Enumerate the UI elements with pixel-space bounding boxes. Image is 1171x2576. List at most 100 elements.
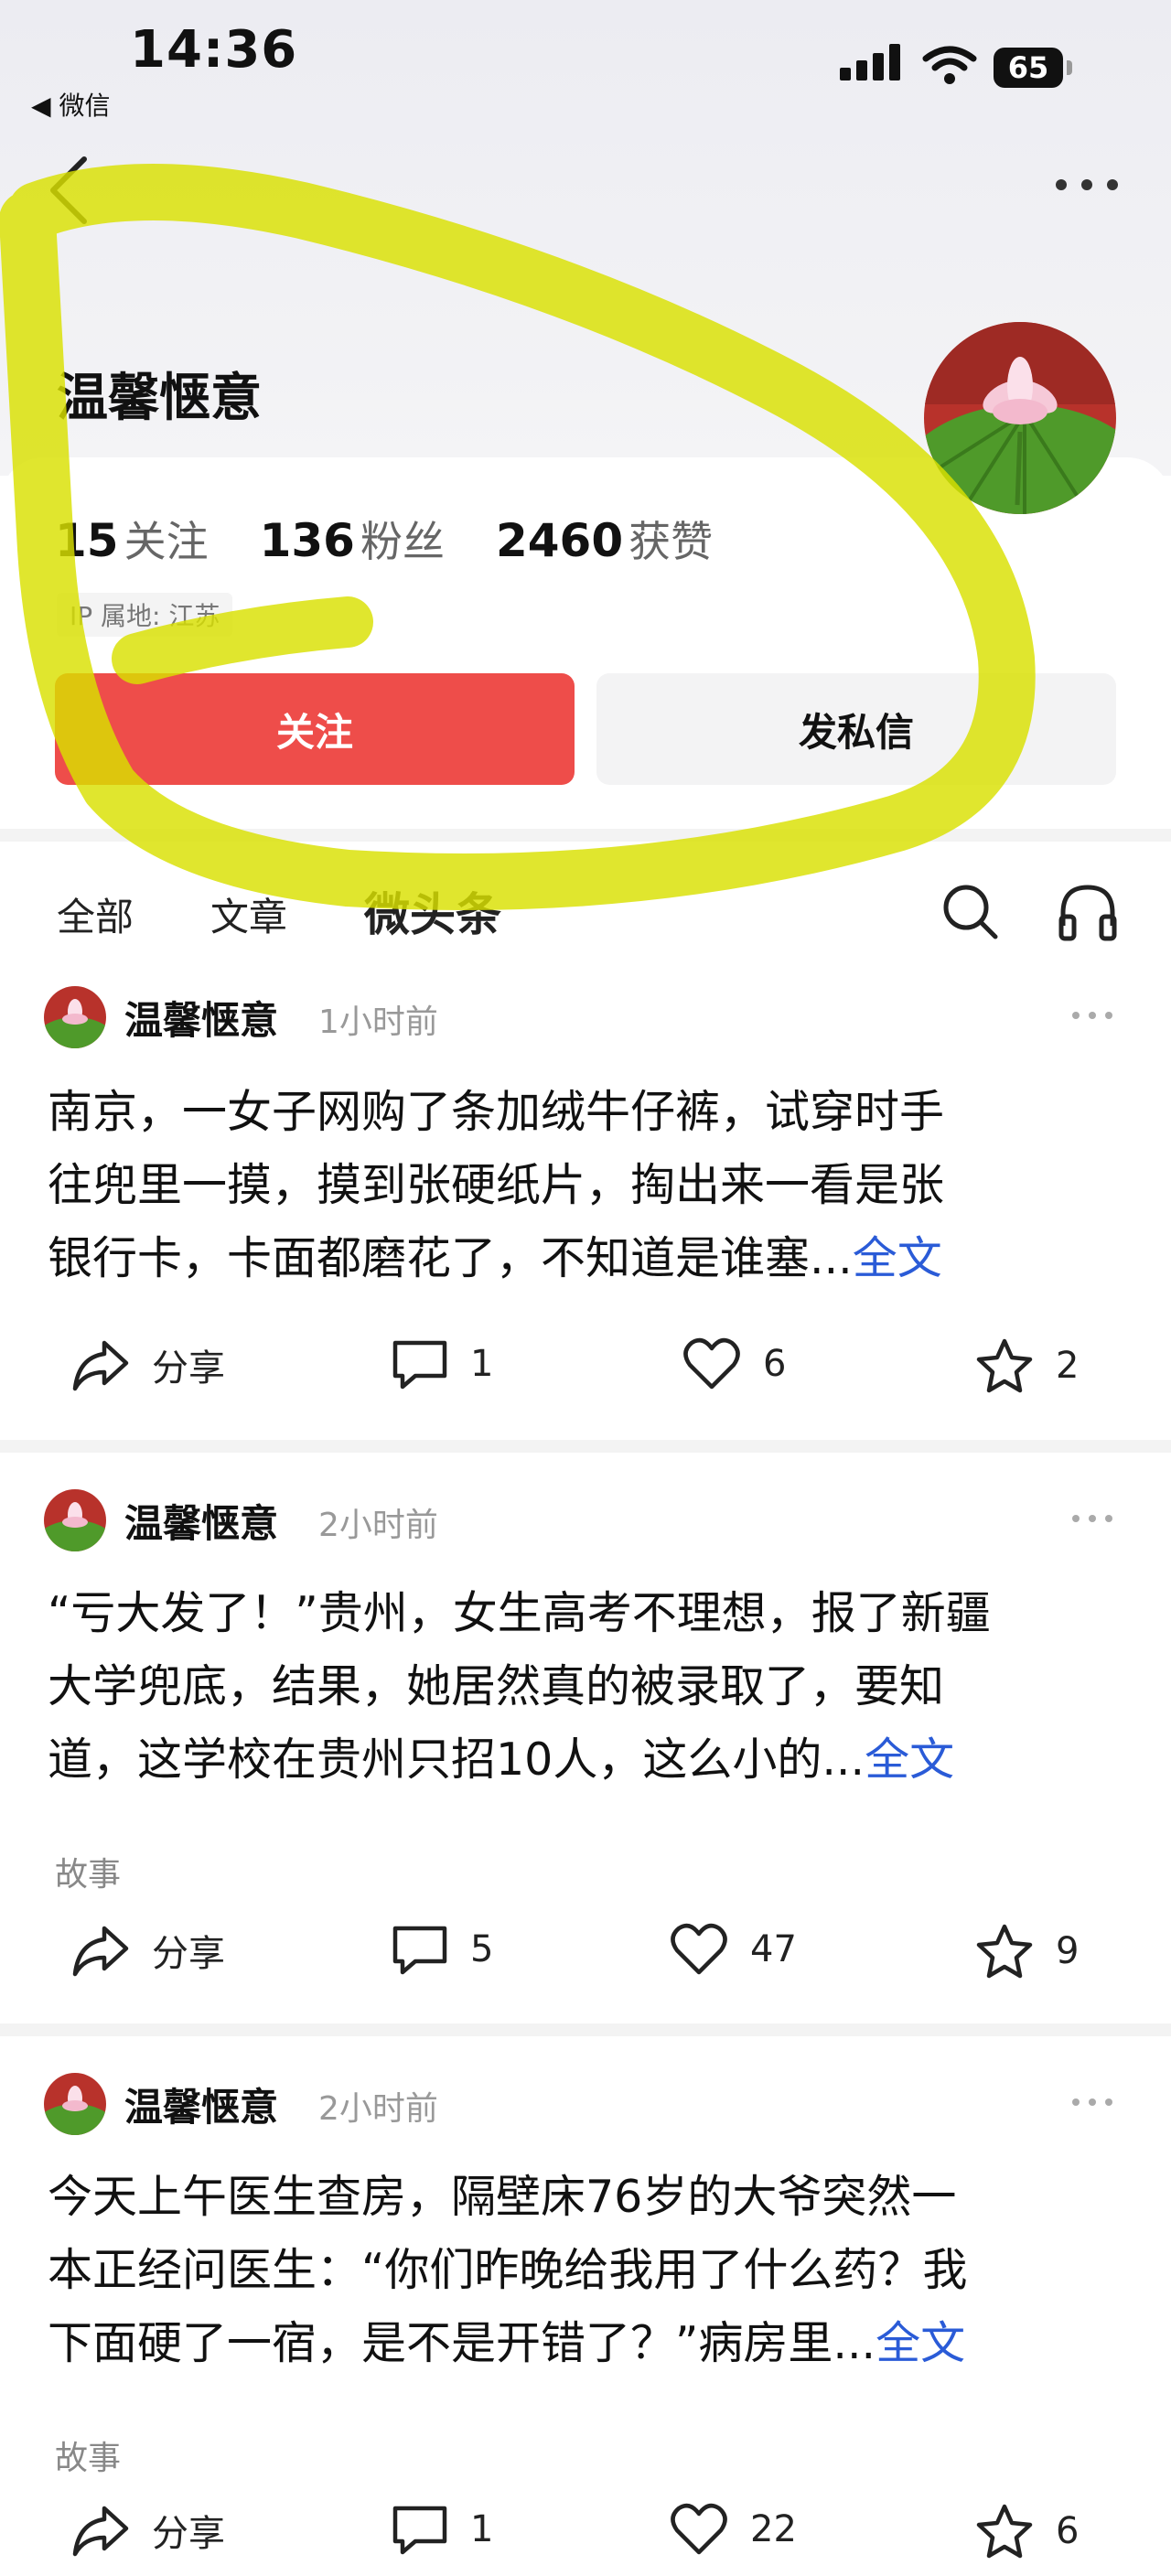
post-divider [0, 2023, 1171, 2036]
stat-value: 15 [55, 514, 119, 567]
post-more-icon[interactable] [1072, 1515, 1114, 1524]
stat-following[interactable]: 15 关注 [55, 509, 209, 569]
content-tabs: 全部 文章 微头条 [57, 878, 578, 944]
post-text-line: 南京，一女子网购了条加绒牛仔裤，试穿时手 [48, 1086, 945, 1138]
post-author-avatar[interactable] [44, 986, 106, 1048]
favorite-button[interactable]: 2 [975, 1337, 1079, 1394]
post-text[interactable]: “亏大发了！”贵州，女生高考不理想，报了新疆 大学兜底，结果，她居然真的被录取了… [48, 1577, 1127, 1797]
share-label: 分享 [152, 1347, 225, 1390]
post-text-line: 本正经问医生：“你们昨晚给我用了什么药？我 [48, 2244, 968, 2296]
post-author-name[interactable]: 温馨惬意 [124, 990, 278, 1046]
read-more-link[interactable]: 全文 [876, 2317, 965, 2369]
star-icon [976, 1924, 1033, 1979]
stat-followers[interactable]: 136 粉丝 [260, 509, 445, 569]
post-author-name[interactable]: 温馨惬意 [124, 1493, 278, 1549]
favorite-count: 9 [1056, 1930, 1080, 1972]
more-options-icon[interactable] [1052, 179, 1125, 198]
post-author-name[interactable]: 温馨惬意 [124, 2077, 278, 2132]
favorite-count: 6 [1056, 2510, 1080, 2552]
back-app-label: 微信 [59, 91, 111, 121]
back-arrow-icon[interactable] [44, 154, 99, 227]
post-divider [0, 1440, 1171, 1453]
battery-level: 65 [1007, 50, 1049, 85]
profile-stats: 15 关注 136 粉丝 2460 获赞 [55, 509, 713, 569]
comment-icon [392, 1926, 447, 1975]
profile-name: 温馨惬意 [57, 369, 262, 428]
favorite-button[interactable]: 9 [975, 1923, 1079, 1980]
like-button[interactable]: 47 [670, 1923, 797, 1976]
wifi-icon [922, 46, 977, 84]
post-time: 1小时前 [318, 1004, 438, 1041]
comment-button[interactable]: 1 [392, 2503, 493, 2556]
post-more-icon[interactable] [1072, 2098, 1114, 2108]
post-text-line: 往兜里一摸，摸到张硬纸片，掏出来一看是张 [48, 1159, 945, 1211]
stat-label: 粉丝 [360, 517, 445, 566]
tab-articles[interactable]: 文章 [210, 886, 287, 942]
like-count: 47 [750, 1928, 797, 1970]
post-text-line: “亏大发了！”贵州，女生高考不理想，报了新疆 [48, 1587, 991, 1639]
back-to-wechat[interactable]: ◀ 微信 [31, 86, 110, 123]
tab-all[interactable]: 全部 [57, 886, 134, 942]
post-card[interactable]: 温馨惬意 1小时前 南京，一女子网购了条加绒牛仔裤，试穿时手 往兜里一摸，摸到张… [0, 982, 1171, 1431]
post-text-line: 下面硬了一宿，是不是开错了？”病房里... [48, 2317, 876, 2369]
post-text-line: 道，这学校在贵州只招10人，这么小的... [48, 1733, 865, 1786]
comment-button[interactable]: 5 [392, 1923, 493, 1976]
stat-likes[interactable]: 2460 获赞 [496, 509, 713, 569]
like-button[interactable]: 22 [670, 2503, 797, 2556]
favorite-button[interactable]: 6 [975, 2503, 1079, 2560]
comment-count: 1 [470, 2508, 494, 2550]
post-actions: 分享 1 22 6 [0, 2503, 1171, 2576]
post-text-line: 银行卡，卡面都磨花了，不知道是谁塞... [48, 1232, 853, 1284]
read-more-link[interactable]: 全文 [853, 1232, 942, 1284]
share-button[interactable]: 分享 [71, 1337, 225, 1392]
post-tag[interactable]: 故事 [55, 2431, 121, 2479]
comment-count: 5 [470, 1928, 494, 1970]
share-icon [72, 1340, 129, 1391]
status-time: 14:36 [130, 20, 298, 80]
tab-micro-posts[interactable]: 微头条 [364, 878, 501, 944]
post-card[interactable]: 温馨惬意 2小时前 “亏大发了！”贵州，女生高考不理想，报了新疆 大学兜底，结果… [0, 1486, 1171, 2016]
stat-value: 2460 [495, 514, 624, 567]
share-button[interactable]: 分享 [71, 1923, 225, 1978]
post-text-line: 大学兜底，结果，她居然真的被录取了，要知 [48, 1660, 945, 1712]
like-button[interactable]: 6 [682, 1337, 786, 1390]
send-message-button[interactable]: 发私信 [596, 673, 1116, 785]
share-button[interactable]: 分享 [71, 2503, 225, 2558]
ip-location-badge: IP 属地: 江苏 [57, 593, 233, 637]
follow-button[interactable]: 关注 [55, 673, 575, 785]
like-count: 6 [763, 1343, 787, 1385]
favorite-count: 2 [1056, 1345, 1080, 1387]
search-icon[interactable] [939, 880, 1003, 944]
post-text-line: 今天上午医生查房，隔壁床76岁的大爷突然一 [48, 2171, 957, 2223]
status-icons: 65 [840, 44, 1087, 93]
stat-label: 获赞 [628, 517, 714, 566]
heart-icon [671, 1923, 727, 1975]
battery-icon: 65 [994, 48, 1072, 88]
post-tag[interactable]: 故事 [55, 1848, 121, 1895]
signal-icon [840, 44, 904, 80]
post-author-avatar[interactable] [44, 2073, 106, 2135]
stat-label: 关注 [124, 517, 209, 566]
share-icon [72, 1926, 129, 1977]
post-author-avatar[interactable] [44, 1489, 106, 1551]
post-actions: 分享 1 6 2 [0, 1337, 1171, 1411]
heart-icon [671, 2503, 727, 2555]
like-count: 22 [750, 2508, 797, 2550]
heart-icon [683, 1337, 740, 1390]
share-label: 分享 [152, 2513, 225, 2555]
post-text[interactable]: 今天上午医生查房，隔壁床76岁的大爷突然一 本正经问医生：“你们昨晚给我用了什么… [48, 2161, 1127, 2380]
comment-button[interactable]: 1 [392, 1337, 493, 1390]
stat-value: 136 [259, 514, 355, 567]
section-divider [0, 829, 1171, 842]
post-more-icon[interactable] [1072, 1012, 1114, 1021]
share-label: 分享 [152, 1933, 225, 1975]
comment-count: 1 [470, 1343, 494, 1385]
star-icon [976, 2504, 1033, 2559]
headphones-icon[interactable] [1056, 880, 1120, 944]
star-icon [976, 1338, 1033, 1393]
post-card[interactable]: 温馨惬意 2小时前 今天上午医生查房，隔壁床76岁的大爷突然一 本正经问医生：“… [0, 2069, 1171, 2559]
read-more-link[interactable]: 全文 [865, 1733, 954, 1786]
post-text[interactable]: 南京，一女子网购了条加绒牛仔裤，试穿时手 往兜里一摸，摸到张硬纸片，掏出来一看是… [48, 1076, 1127, 1295]
post-time: 2小时前 [318, 2090, 438, 2128]
profile-avatar[interactable] [924, 322, 1116, 514]
